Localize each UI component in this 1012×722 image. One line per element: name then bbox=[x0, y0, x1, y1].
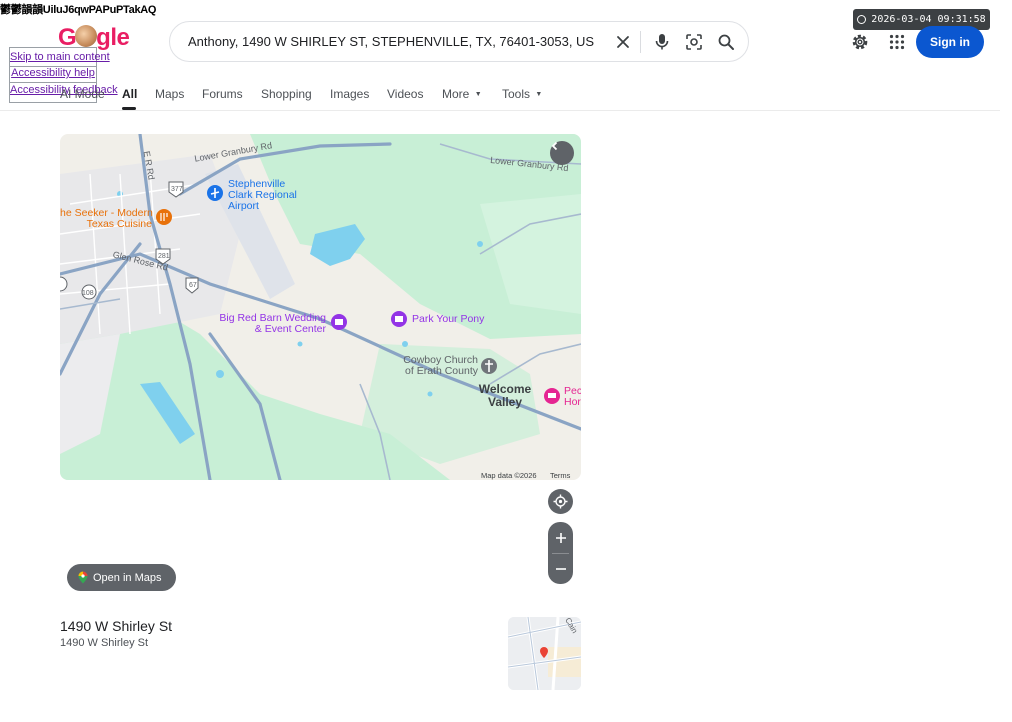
camera-lens-icon[interactable] bbox=[682, 30, 706, 54]
highway-shield-label: 281 bbox=[158, 253, 170, 260]
map-poi-cowboy-church[interactable]: Cowboy Church of Erath County bbox=[398, 355, 478, 377]
skip-to-main-link[interactable]: Skip to main content bbox=[10, 51, 110, 63]
timestamp-text: 2026-03-04 09:31:58 bbox=[871, 14, 986, 25]
map-poi-pecan[interactable]: Pec Hor bbox=[564, 386, 581, 408]
zoom-out-button[interactable] bbox=[555, 554, 567, 584]
map-poi-airport[interactable]: Stephenville Clark Regional Airport bbox=[228, 179, 297, 212]
search-input[interactable] bbox=[186, 22, 606, 61]
map-data-credit: Map data ©2026 bbox=[481, 471, 537, 480]
crosshair-icon bbox=[553, 494, 568, 509]
poi-line: Airport bbox=[228, 200, 259, 212]
chevron-left-icon bbox=[551, 141, 558, 151]
open-in-maps-label: Open in Maps bbox=[93, 571, 162, 584]
minus-icon bbox=[555, 567, 566, 570]
map-poi-park-your-pony[interactable]: Park Your Pony bbox=[412, 314, 484, 325]
chevron-down-icon: ▼ bbox=[474, 91, 482, 98]
search-box bbox=[169, 21, 749, 62]
tab-all[interactable]: All bbox=[122, 87, 137, 101]
highway-shield-label: 67 bbox=[189, 282, 197, 289]
poi-line: Texas Cuisine bbox=[86, 218, 152, 230]
map-terms-link[interactable]: Terms bbox=[550, 471, 570, 480]
tab-tools-label: Tools bbox=[502, 87, 531, 101]
tab-more[interactable]: More ▼ bbox=[442, 87, 482, 101]
tab-maps[interactable]: Maps bbox=[155, 87, 184, 101]
map-poi-restaurant[interactable]: he Seeker - Modern Texas Cuisine bbox=[60, 208, 153, 230]
tab-videos[interactable]: Videos bbox=[387, 87, 423, 101]
google-logo[interactable]: Ggle bbox=[58, 24, 130, 52]
poi-line: of Erath County bbox=[405, 365, 478, 377]
poi-line: Hor bbox=[564, 396, 581, 408]
clock-icon bbox=[857, 15, 867, 24]
tab-ai-mode[interactable]: AI Mode bbox=[60, 87, 105, 101]
highway-shield-label: 108 bbox=[82, 290, 94, 297]
tab-forums[interactable]: Forums bbox=[202, 87, 243, 101]
map-canvas bbox=[60, 134, 581, 480]
poi-line: & Event Center bbox=[254, 323, 326, 335]
my-location-button[interactable] bbox=[548, 489, 573, 514]
settings-gear-icon[interactable] bbox=[848, 30, 872, 54]
map-area-welcome-valley: Welcome Valley bbox=[476, 383, 534, 409]
highway-shield-label: 377 bbox=[171, 186, 183, 193]
zoom-in-button[interactable] bbox=[555, 523, 567, 553]
clear-icon[interactable] bbox=[611, 30, 635, 54]
area-line: Valley bbox=[487, 395, 523, 409]
sign-in-button[interactable]: Sign in bbox=[916, 26, 984, 58]
search-divider bbox=[640, 31, 641, 53]
collapse-map-button[interactable] bbox=[550, 141, 574, 165]
tab-more-label: More bbox=[442, 87, 470, 101]
place-subtitle: 1490 W Shirley St bbox=[60, 637, 149, 649]
accessibility-help-link[interactable]: Accessibility help bbox=[10, 67, 96, 79]
zoom-controls bbox=[548, 522, 573, 584]
apps-grid-icon[interactable] bbox=[885, 30, 909, 54]
maps-pin-icon bbox=[78, 571, 88, 584]
search-icon[interactable] bbox=[714, 30, 738, 54]
map-poi-big-red-barn[interactable]: Big Red Barn Wedding & Event Center bbox=[210, 313, 326, 335]
place-thumbnail[interactable]: Cain bbox=[508, 617, 581, 690]
place-title: 1490 W Shirley St bbox=[60, 618, 173, 634]
skip-links-divider bbox=[10, 82, 96, 83]
tab-images[interactable]: Images bbox=[330, 87, 369, 101]
microphone-icon[interactable] bbox=[650, 30, 674, 54]
chevron-down-icon: ▼ bbox=[535, 91, 543, 98]
tab-shopping[interactable]: Shopping bbox=[261, 87, 312, 101]
map-view[interactable]: Lower Granbury Rd Lower Granbury Rd E R … bbox=[60, 134, 581, 480]
plus-icon bbox=[555, 532, 566, 543]
overlay-glitch-text: 鬱鬱韻韻UiluJ6qwPAPuPTakAQ bbox=[0, 4, 157, 16]
tabs-divider bbox=[0, 110, 1000, 111]
logo-text-end: gle bbox=[96, 24, 130, 51]
open-in-maps-button[interactable]: Open in Maps bbox=[67, 564, 176, 591]
doodle-icon bbox=[75, 25, 98, 47]
tab-tools[interactable]: Tools ▼ bbox=[502, 87, 542, 101]
logo-text-start: G bbox=[58, 24, 77, 51]
